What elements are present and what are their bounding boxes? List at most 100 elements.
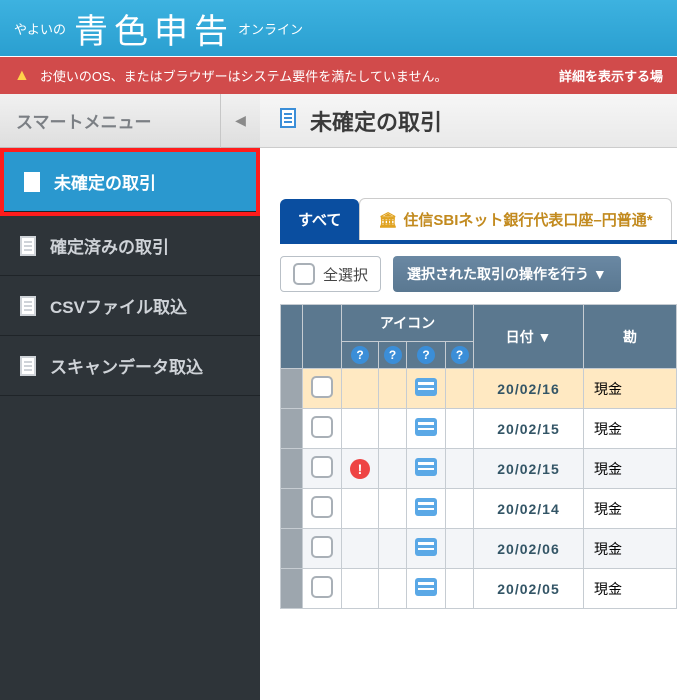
icon-cell-1 — [342, 489, 379, 529]
main-content: 未確定の取引 すべて 🏛 住信SBIネット銀行代表口座–円普通* 全選択 選択さ — [260, 94, 677, 700]
checkbox-icon — [311, 496, 333, 518]
checkbox-icon — [293, 263, 315, 285]
icon-cell-1: ! — [342, 449, 379, 489]
icon-cell-1 — [342, 409, 379, 449]
checkbox-icon — [311, 536, 333, 558]
row-checkbox-cell[interactable] — [303, 449, 342, 489]
nav-label: 確定済みの取引 — [50, 233, 169, 258]
collapse-sidebar-button[interactable]: ◀ — [220, 94, 260, 148]
header-prefix: やよいの — [14, 19, 66, 38]
tab-bank-account[interactable]: 🏛 住信SBIネット銀行代表口座–円普通* — [359, 198, 671, 240]
bulk-operation-button[interactable]: 選択された取引の操作を行う ▼ — [393, 256, 621, 292]
icon-cell-2 — [379, 569, 407, 609]
nav-label: 未確定の取引 — [54, 169, 156, 194]
row-checkbox-cell[interactable] — [303, 409, 342, 449]
transaction-icon — [415, 458, 437, 476]
icon-cell-2 — [379, 489, 407, 529]
icon-cell-3 — [407, 489, 446, 529]
transactions-table: アイコン 日付 ▼ 勘 ? ? ? ? 20/02/16現金20/02/15現金… — [280, 304, 677, 609]
icon-cell-1 — [342, 369, 379, 409]
checkbox-icon — [311, 456, 333, 478]
icon-cell-2 — [379, 529, 407, 569]
nav-label: スキャンデータ取込 — [50, 353, 203, 378]
table-toolbar: 全選択 選択された取引の操作を行う ▼ — [280, 244, 677, 304]
alert-text: お使いのOS、またはブラウザーはシステム要件を満たしていません。 — [40, 66, 448, 85]
table-row[interactable]: 20/02/05現金 — [281, 569, 677, 609]
alert-detail-link[interactable]: 詳細を表示する場 — [559, 66, 663, 85]
nav-item-confirmed[interactable]: 確定済みの取引 — [0, 216, 260, 276]
table-row[interactable]: 20/02/14現金 — [281, 489, 677, 529]
sidebar: スマートメニュー ◀ 未確定の取引 確定済みの取引 CSVファイル取込 スキャン… — [0, 94, 260, 700]
header-suffix: オンライン — [238, 19, 303, 38]
help-icon[interactable]: ? — [351, 346, 369, 364]
tab-all[interactable]: すべて — [280, 199, 359, 240]
row-handle[interactable] — [281, 529, 303, 569]
account-cell: 現金 — [584, 569, 677, 609]
row-handle[interactable] — [281, 449, 303, 489]
page-titlebar: 未確定の取引 — [260, 94, 677, 148]
transaction-icon — [415, 538, 437, 556]
account-cell: 現金 — [584, 409, 677, 449]
icon-cell-3 — [407, 369, 446, 409]
table-row[interactable]: 20/02/16現金 — [281, 369, 677, 409]
date-cell: 20/02/15 — [474, 409, 584, 449]
row-checkbox-cell[interactable] — [303, 489, 342, 529]
tab-bank-label: 住信SBIネット銀行代表口座–円普通* — [403, 209, 652, 230]
icon-cell-4 — [446, 489, 474, 529]
row-checkbox-cell[interactable] — [303, 369, 342, 409]
page-title: 未確定の取引 — [310, 105, 442, 137]
col-account[interactable]: 勘 — [584, 305, 677, 369]
icon-cell-4 — [446, 529, 474, 569]
table-row[interactable]: 20/02/15現金 — [281, 409, 677, 449]
nav-list: 未確定の取引 確定済みの取引 CSVファイル取込 スキャンデータ取込 — [0, 148, 260, 700]
date-cell: 20/02/14 — [474, 489, 584, 529]
col-date[interactable]: 日付 ▼ — [474, 305, 584, 369]
scanner-icon — [18, 356, 38, 376]
icon-cell-2 — [379, 369, 407, 409]
help-icon[interactable]: ? — [384, 346, 402, 364]
row-checkbox-cell[interactable] — [303, 569, 342, 609]
transaction-icon — [415, 378, 437, 396]
transaction-icon — [415, 578, 437, 596]
checkbox-icon — [311, 376, 333, 398]
nav-item-csv[interactable]: CSVファイル取込 — [0, 276, 260, 336]
alert-icon: ! — [350, 459, 370, 479]
help-icon[interactable]: ? — [451, 346, 469, 364]
warning-icon: ▲ — [14, 67, 30, 85]
row-checkbox-cell[interactable] — [303, 529, 342, 569]
bank-icon: 🏛 — [378, 211, 397, 229]
nav-item-scan[interactable]: スキャンデータ取込 — [0, 336, 260, 396]
row-handle[interactable] — [281, 369, 303, 409]
icon-cell-2 — [379, 409, 407, 449]
account-cell: 現金 — [584, 489, 677, 529]
alert-bar: ▲ お使いのOS、またはブラウザーはシステム要件を満たしていません。 詳細を表示… — [0, 56, 677, 94]
date-cell: 20/02/05 — [474, 569, 584, 609]
document-icon — [18, 236, 38, 256]
ledger-icon — [280, 108, 296, 134]
select-all-button[interactable]: 全選択 — [280, 256, 381, 292]
nav-item-unconfirmed[interactable]: 未確定の取引 — [4, 152, 256, 212]
col-icon: アイコン — [342, 305, 474, 342]
icon-cell-1 — [342, 569, 379, 609]
icon-cell-3 — [407, 449, 446, 489]
row-handle[interactable] — [281, 409, 303, 449]
icon-cell-4 — [446, 409, 474, 449]
icon-cell-3 — [407, 529, 446, 569]
help-icon[interactable]: ? — [417, 346, 435, 364]
row-handle[interactable] — [281, 489, 303, 529]
row-handle[interactable] — [281, 569, 303, 609]
icon-cell-4 — [446, 369, 474, 409]
icon-cell-3 — [407, 569, 446, 609]
icon-cell-4 — [446, 569, 474, 609]
checkbox-icon — [311, 416, 333, 438]
icon-cell-2 — [379, 449, 407, 489]
nav-label: CSVファイル取込 — [50, 293, 187, 318]
header-main: 青色申告 — [74, 4, 234, 53]
account-cell: 現金 — [584, 529, 677, 569]
account-cell: 現金 — [584, 449, 677, 489]
ledger-icon — [22, 172, 42, 192]
icon-cell-4 — [446, 449, 474, 489]
date-cell: 20/02/16 — [474, 369, 584, 409]
table-row[interactable]: 20/02/06現金 — [281, 529, 677, 569]
table-row[interactable]: !20/02/15現金 — [281, 449, 677, 489]
